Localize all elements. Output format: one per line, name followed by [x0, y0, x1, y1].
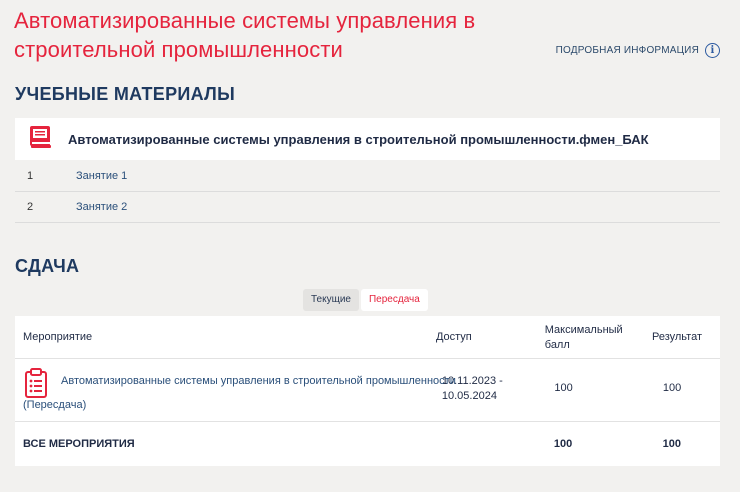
max-score-cell: 100	[554, 382, 573, 394]
column-header-access: Доступ	[435, 331, 472, 343]
info-icon[interactable]: i	[705, 43, 720, 58]
column-header-result: Результат	[651, 331, 703, 343]
event-link[interactable]: Автоматизированные системы управления в …	[61, 375, 456, 387]
result-cell: 100	[662, 382, 682, 394]
lesson-link-2[interactable]: Занятие 2	[76, 201, 127, 213]
submission-table: Мероприятие Доступ Максимальный балл Рез…	[15, 316, 720, 466]
materials-card-name: Автоматизированные системы управления в …	[68, 131, 649, 147]
materials-card: Автоматизированные системы управления в …	[15, 118, 720, 160]
access-cell: 10.11.2023 - 10.05.2024	[441, 375, 503, 402]
page-title: Автоматизированные системы управления в …	[14, 8, 476, 62]
total-label: ВСЕ МЕРОПРИЯТИЯ	[23, 438, 135, 450]
table-row: Автоматизированные системы управления в …	[15, 359, 720, 422]
total-row: ВСЕ МЕРОПРИЯТИЯ 100 100	[15, 422, 720, 466]
total-max: 100	[553, 438, 573, 450]
lesson-number: 1	[27, 170, 34, 182]
submission-section-title: СДАЧА	[15, 256, 80, 276]
more-info-link[interactable]: ПОДРОБНАЯ ИНФОРМАЦИЯ i	[556, 43, 720, 58]
column-header-event: Мероприятие	[23, 331, 93, 343]
more-info-label: ПОДРОБНАЯ ИНФОРМАЦИЯ	[555, 45, 699, 56]
lesson-number: 2	[27, 201, 34, 213]
lesson-row: 1 Занятие 1	[15, 161, 720, 192]
column-header-max: Максимальный балл	[544, 324, 623, 351]
event-link-suffix[interactable]: (Пересдача)	[23, 399, 86, 411]
tab-current[interactable]: Текущие	[303, 289, 359, 311]
lesson-row: 2 Занятие 2	[15, 192, 720, 223]
book-icon	[28, 124, 54, 155]
materials-section-title: УЧЕБНЫЕ МАТЕРИАЛЫ	[15, 84, 236, 104]
tab-retake[interactable]: Пересдача	[360, 289, 428, 311]
total-result: 100	[662, 438, 682, 450]
event-cell: Автоматизированные системы управления в …	[15, 359, 456, 421]
lesson-link-1[interactable]: Занятие 1	[76, 170, 127, 182]
clipboard-icon	[25, 368, 47, 401]
table-header-row: Мероприятие Доступ Максимальный балл Рез…	[15, 316, 720, 359]
submission-tabs: Текущие Пересдача	[303, 289, 428, 311]
